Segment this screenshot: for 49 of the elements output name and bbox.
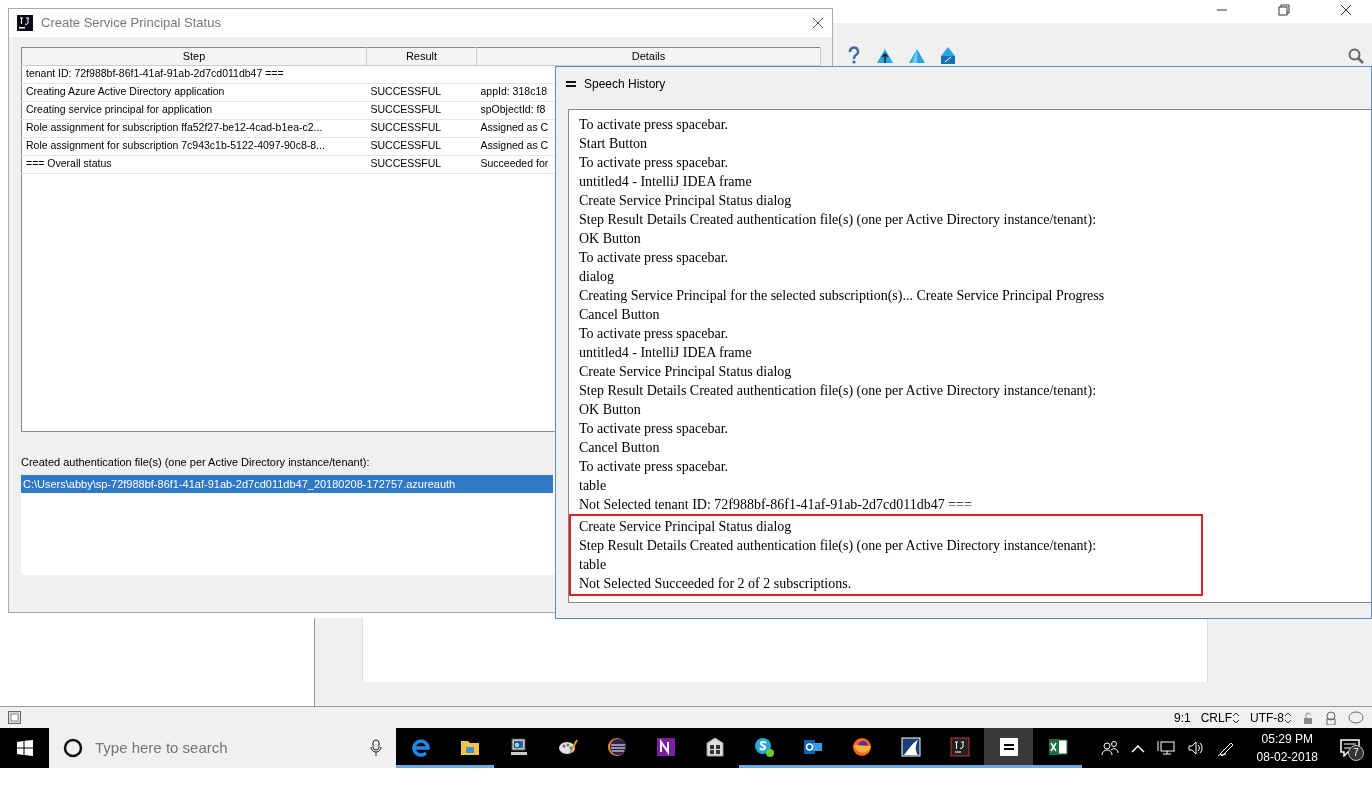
clock-time[interactable]: 05:29 PM [1256,730,1318,748]
notification-count: 7 [1348,745,1364,761]
table-cell: SUCCESSFUL [366,119,477,137]
table-cell: SUCCESSFUL [366,83,477,101]
speech-line: Not Selected tenant ID: 72f988bf-86f1-41af-91ab-2d7cd011db47 === [579,496,973,514]
table-cell: Role assignment for subscription ffa52f27-be12-4cad-b1ea-c2... [21,119,367,137]
speech-line: To activate press spacebar. [579,249,730,267]
speech-line: Cancel Button [579,439,661,457]
file-list-item[interactable]: C:\Users\abby\sp-72f988bf-86f1-41af-91ab-2d7cd011db47_20180208-172757.azureauth [21,474,553,493]
table-cell: Creating service principal for application [21,101,367,119]
files-label: Created authentication file(s) (one per Active Directory instance/tenant): [21,455,370,470]
speech-line: Step Result Details Created authentication file(s) (one per Active Directory instance/tenant): [579,382,1098,400]
caret-position: 9:1 [1173,709,1191,727]
speech-line: untitled4 - IntelliJ IDEA frame [579,344,753,362]
file-encoding[interactable]: UTF-8 [1250,708,1284,727]
table-cell: === Overall status [21,155,367,173]
table-cell: SUCCESSFUL [366,101,477,119]
speech-line: table [579,477,608,495]
table-cell: SUCCESSFUL [366,155,477,173]
clock-date[interactable]: 08-02-2018 [1256,748,1318,766]
speech-line: OK Button [579,401,642,419]
speech-line: Cancel Button [579,306,661,324]
speech-line: To activate press spacebar. [579,116,730,134]
search-field[interactable]: Type here to search [93,735,360,761]
column-header[interactable]: Details [476,47,821,65]
search-box[interactable]: Type here to search [49,728,396,768]
speech-line: Start Button [579,135,649,153]
speech-line: Create Service Principal Status dialog [579,518,793,536]
speech-line: Create Service Principal Status dialog [579,192,793,210]
column-header[interactable]: Step [21,47,367,65]
speech-line: untitled4 - IntelliJ IDEA frame [579,173,753,191]
speech-line: table [579,556,608,574]
speech-line: To activate press spacebar. [579,420,730,438]
speech-line: OK Button [579,230,642,248]
table-cell: Creating Azure Active Directory application [21,83,367,101]
speech-line: Not Selected Succeeded for 2 of 2 subscriptions. [579,575,853,593]
table-cell: SUCCESSFUL [366,137,477,155]
speech-line: To activate press spacebar. [579,154,730,172]
speech-line: To activate press spacebar. [579,325,730,343]
speech-line: Step Result Details Created authentication file(s) (one per Active Directory instance/tenant): [579,211,1098,229]
column-header[interactable]: Result [366,47,477,65]
window-title: Create Service Principal Status [41,14,221,33]
table-cell: Role assignment for subscription 7c943c1b-5122-4097-90c8-8... [21,137,367,155]
speech-line: To activate press spacebar. [579,458,730,476]
speech-line: Step Result Details Created authentication file(s) (one per Active Directory instance/tenant): [579,537,1098,555]
speech-line: dialog [579,268,615,286]
speech-line: Create Service Principal Status dialog [579,363,793,381]
line-separator[interactable]: CRLF [1200,708,1232,727]
speech-line: Creating Service Principal for the selected subscription(s)... Create Service Principal Progress [579,287,1106,305]
